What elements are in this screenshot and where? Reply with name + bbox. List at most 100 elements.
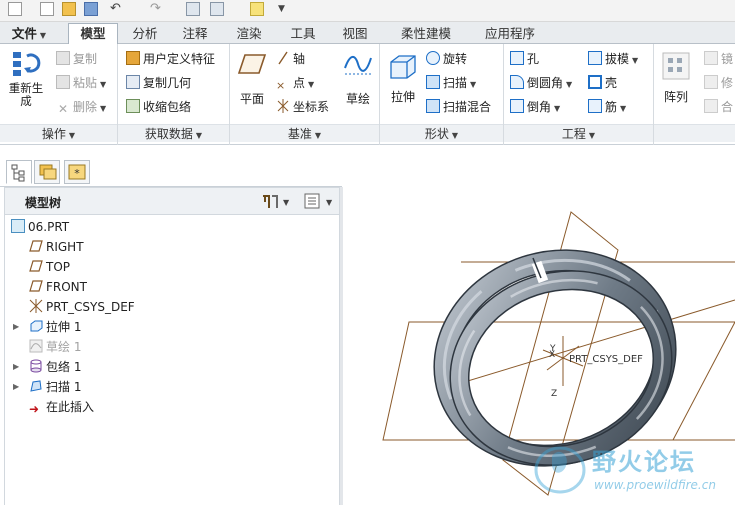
group-label-shapes[interactable]: 形状 ▼ <box>380 124 503 142</box>
model-tree: 06.PRT RIGHT TOP FRONT PRT_CSYS_DEF ▶ 拉伸… <box>4 215 340 505</box>
csys-button[interactable]: 坐标系 <box>276 98 329 116</box>
tab-annotate[interactable]: 注释 <box>172 24 218 44</box>
datum-plane-icon <box>29 279 43 293</box>
axis-button[interactable]: 轴 <box>276 50 305 68</box>
model-tree-header: 模型树 ▼ ▼ <box>4 187 340 215</box>
hole-icon <box>510 51 524 65</box>
round-button[interactable]: 倒圆角 ▼ <box>510 74 572 92</box>
tree-item-sweep[interactable]: ▶ 扫描 1 <box>5 377 205 397</box>
save-icon[interactable] <box>84 2 98 16</box>
tree-item-right[interactable]: RIGHT <box>29 237 84 257</box>
customize-qat-icon[interactable]: ▼ <box>278 2 292 16</box>
draft-icon <box>588 51 602 65</box>
sweep-button[interactable]: 扫描 ▼ <box>426 74 476 92</box>
tree-item-front[interactable]: FRONT <box>29 277 87 297</box>
undo-icon[interactable]: ↶ <box>110 2 124 16</box>
close-window-icon[interactable] <box>250 2 264 16</box>
svg-text:▼: ▼ <box>326 198 333 207</box>
pattern-icon <box>662 52 690 80</box>
group-operations: 重新生成 复制 粘贴 ▼ ✕ 删除 ▼ 操作 ▼ <box>0 44 118 145</box>
udf-button[interactable]: 用户定义特征 <box>126 50 215 68</box>
expand-arrow-icon[interactable]: ▶ <box>13 377 19 397</box>
chamfer-button[interactable]: 倒角 ▼ <box>510 98 560 116</box>
tree-show-button[interactable]: ▼ <box>301 192 335 210</box>
pattern-button[interactable]: 阵列 <box>658 52 694 105</box>
group-label-get-data[interactable]: 获取数据 ▼ <box>118 124 229 142</box>
point-button[interactable]: × 点 ▼ <box>276 74 314 92</box>
redo-icon[interactable]: ↷ <box>150 2 164 16</box>
rib-button[interactable]: 筋 ▼ <box>588 98 626 116</box>
tree-item-extrude[interactable]: ▶ 拉伸 1 <box>5 317 205 337</box>
tree-settings-icon: ▼ <box>263 195 290 208</box>
tree-item-wrap[interactable]: ▶ 包络 1 <box>5 357 205 377</box>
new-icon[interactable] <box>8 2 22 16</box>
tab-view[interactable]: 视图 <box>332 24 378 44</box>
expand-arrow-icon[interactable]: ▶ <box>13 357 19 377</box>
expand-arrow-icon[interactable]: ▶ <box>13 317 19 337</box>
shell-button[interactable]: 壳 <box>588 74 617 92</box>
watermark: 野火论坛 www.proewildfire.cn <box>530 440 735 500</box>
revolve-button[interactable]: 旋转 <box>426 50 467 68</box>
group-shapes: 拉伸 旋转 扫描 ▼ 扫描混合 形状 ▼ <box>380 44 504 145</box>
tab-tools[interactable]: 工具 <box>280 24 326 44</box>
swept-blend-button[interactable]: 扫描混合 <box>426 98 491 116</box>
model-tree-tab[interactable] <box>6 160 32 184</box>
round-icon <box>510 75 524 89</box>
sketch-icon <box>344 56 372 75</box>
plane-button[interactable]: 平面 <box>234 52 270 107</box>
tab-analysis[interactable]: 分析 <box>122 24 168 44</box>
draft-button[interactable]: 拔模 ▼ <box>588 50 638 68</box>
tree-item-top[interactable]: TOP <box>29 257 70 277</box>
svg-text:*: * <box>74 167 80 180</box>
group-label-datum[interactable]: 基准 ▼ <box>230 124 379 142</box>
copy-icon <box>56 51 70 65</box>
modify-button[interactable]: 修 <box>704 74 733 92</box>
group-editing: 阵列 镜 修 合 <box>654 44 735 145</box>
group-label-operations[interactable]: 操作 ▼ <box>0 124 117 142</box>
group-engineering: 孔 倒圆角 ▼ 倒角 ▼ 拔模 ▼ 壳 筋 ▼ 工程 ▼ <box>504 44 654 145</box>
model-tree-title: 模型树 <box>25 196 62 210</box>
point-icon: × <box>276 79 286 92</box>
swept-blend-icon <box>426 99 440 113</box>
tab-model[interactable]: 模型 <box>68 23 118 45</box>
tab-applications[interactable]: 应用程序 <box>472 24 548 44</box>
paste-button[interactable]: 粘贴 ▼ <box>56 74 106 92</box>
datum-plane-icon <box>29 239 43 253</box>
part-icon <box>11 219 25 233</box>
watermark-logo-icon <box>534 446 586 494</box>
insert-arrow-icon: ➜ <box>29 402 40 416</box>
shrinkwrap-button[interactable]: 收缩包络 <box>126 98 191 116</box>
tree-settings-button[interactable]: ▼ <box>261 192 291 210</box>
windows-icon[interactable] <box>210 2 224 16</box>
sweep-icon <box>29 379 43 393</box>
sketch-button[interactable]: 草绘 <box>340 52 376 107</box>
mirror-icon <box>704 51 718 65</box>
group-label-editing <box>654 124 735 142</box>
axis-y-label: Y <box>549 344 556 354</box>
copy-button[interactable]: 复制 <box>56 50 97 68</box>
extrude-icon <box>390 55 416 79</box>
extrude-icon <box>29 319 43 333</box>
hole-button[interactable]: 孔 <box>510 50 539 68</box>
mirror-button[interactable]: 镜 <box>704 50 733 68</box>
group-label-engineering[interactable]: 工程 ▼ <box>504 124 653 142</box>
tab-flexible-modeling[interactable]: 柔性建模 <box>386 24 466 44</box>
delete-button[interactable]: ✕ 删除 ▼ <box>56 98 106 116</box>
tree-item-sketch[interactable]: 草绘 1 <box>29 337 81 357</box>
open-icon[interactable] <box>62 2 76 16</box>
regenerate-button[interactable]: 重新生成 <box>6 48 46 108</box>
regenerate-small-icon[interactable] <box>186 2 200 16</box>
modify-icon <box>704 75 718 89</box>
tab-render[interactable]: 渲染 <box>226 24 272 44</box>
folder-browser-tab[interactable] <box>34 160 60 184</box>
tree-item-csys[interactable]: PRT_CSYS_DEF <box>29 297 135 317</box>
tree-item-insert-here[interactable]: ➜ 在此插入 <box>29 397 94 417</box>
merge-button[interactable]: 合 <box>704 98 733 116</box>
new-file-icon[interactable] <box>40 2 54 16</box>
favorites-tab[interactable]: * <box>64 160 90 184</box>
group-datum: 平面 轴 × 点 ▼ 坐标系 草绘 基准 ▼ <box>230 44 380 145</box>
copy-geometry-button[interactable]: 复制几何 <box>126 74 191 92</box>
tree-item-part[interactable]: 06.PRT <box>11 217 69 237</box>
extrude-button[interactable]: 拉伸 <box>384 52 422 105</box>
tab-file[interactable]: 文件 ▼ <box>4 24 54 44</box>
